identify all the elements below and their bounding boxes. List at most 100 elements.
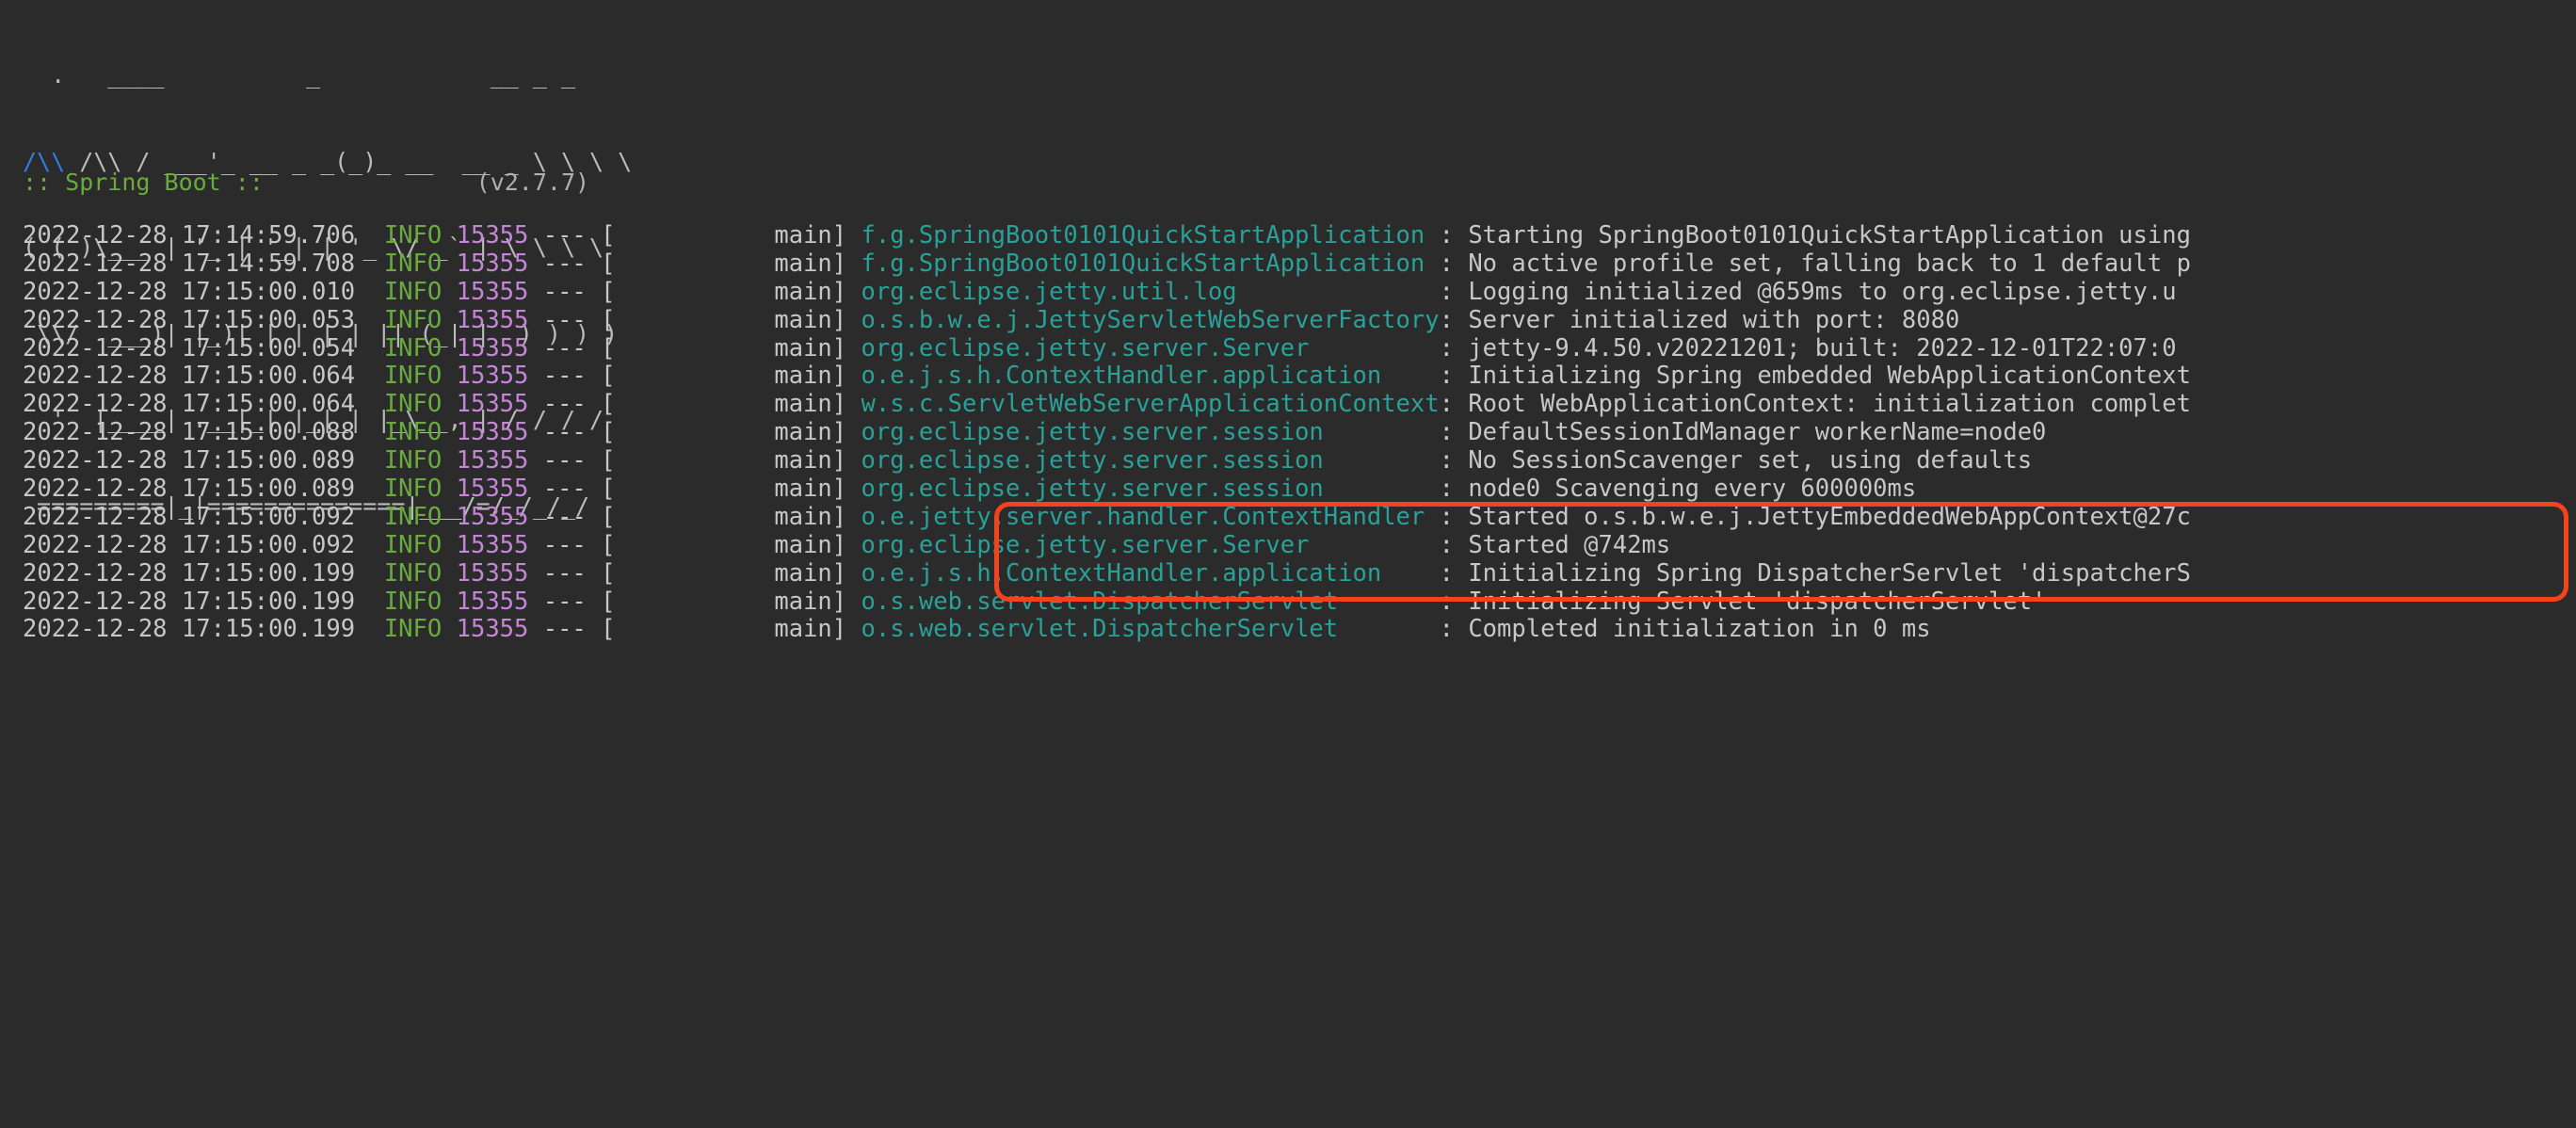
log-message-separator: : [1439,616,1469,644]
log-line: 2022-12-28 17:15:00.053 INFO 15355 --- [… [23,307,2576,335]
log-line: 2022-12-28 17:15:00.064 INFO 15355 --- [… [23,391,2576,419]
log-thread: main] [615,503,847,531]
log-separator: --- [ [528,306,616,334]
log-level: INFO [383,222,443,250]
log-message: Started o.s.b.w.e.j.JettyEmbeddedWebAppC… [1468,503,2191,531]
log-message: DefaultSessionIdManager workerName=node0 [1468,419,2047,447]
log-gap [355,250,384,278]
log-gap [442,447,456,475]
log-message-separator: : [1439,588,1469,616]
log-timestamp: 2022-12-28 17:15:00.010 [23,278,356,306]
log-level: INFO [383,250,443,278]
log-line: 2022-12-28 17:15:00.010 INFO 15355 --- [… [23,279,2576,307]
log-gap [355,616,384,643]
log-pid: 15355 [456,363,529,391]
log-timestamp: 2022-12-28 17:15:00.053 [23,306,356,334]
log-gap [442,391,456,418]
log-message-separator: : [1439,475,1469,504]
log-gap [846,222,861,250]
log-timestamp: 2022-12-28 17:15:00.064 [23,391,356,419]
log-message-separator: : [1439,391,1469,419]
log-line: 2022-12-28 17:15:00.054 INFO 15355 --- [… [23,335,2576,363]
spring-boot-version-line: :: Spring Boot :: (v2.7.7) [23,169,589,198]
log-gap [442,532,456,559]
log-separator: --- [ [528,559,616,588]
log-gap [846,504,861,531]
log-thread: main] [615,334,847,363]
log-gap [846,279,861,306]
log-separator: --- [ [528,222,616,250]
log-timestamp: 2022-12-28 17:14:59.706 [23,222,356,250]
log-logger: o.e.jetty.server.handler.ContextHandler [861,503,1440,531]
log-thread: main] [615,363,847,391]
log-message: Server initialized with port: 8080 [1468,306,1960,334]
log-output: 2022-12-28 17:14:59.706 INFO 15355 --- [… [23,222,2576,644]
log-line: 2022-12-28 17:15:00.199 INFO 15355 --- [… [23,588,2576,617]
log-message-separator: : [1439,334,1469,363]
log-timestamp: 2022-12-28 17:15:00.089 [23,447,356,475]
log-thread: main] [615,250,847,278]
framework-version: (v2.7.7) [475,169,590,196]
log-message-separator: : [1439,306,1469,334]
log-level: INFO [383,363,443,391]
log-separator: --- [ [528,588,616,616]
log-gap [846,532,861,559]
log-gap [442,279,456,306]
log-gap [355,279,384,306]
log-pid: 15355 [456,391,529,419]
log-message-separator: : [1439,250,1469,278]
log-timestamp: 2022-12-28 17:15:00.064 [23,363,356,391]
log-thread: main] [615,278,847,306]
log-timestamp: 2022-12-28 17:15:00.088 [23,419,356,447]
log-level: INFO [383,419,443,447]
log-message: Started @742ms [1468,531,1671,559]
log-gap [442,363,456,390]
log-message-separator: : [1439,363,1469,391]
log-gap [846,447,861,475]
log-pid: 15355 [456,616,529,644]
log-gap [846,335,861,363]
log-timestamp: 2022-12-28 17:15:00.092 [23,503,356,531]
log-message: Initializing Servlet 'dispatcherServlet' [1468,588,2047,616]
log-separator: --- [ [528,419,616,447]
log-logger: org.eclipse.jetty.server.Server [861,334,1440,363]
log-message: Starting SpringBoot0101QuickStartApplica… [1468,222,2191,250]
log-message: Initializing Spring DispatcherServlet 'd… [1468,559,2191,588]
log-pid: 15355 [456,503,529,531]
log-gap [846,250,861,278]
log-timestamp: 2022-12-28 17:15:00.092 [23,531,356,559]
log-thread: main] [615,559,847,588]
log-line: 2022-12-28 17:14:59.706 INFO 15355 --- [… [23,222,2576,250]
log-message: Initializing Spring embedded WebApplicat… [1468,363,2191,391]
log-thread: main] [615,391,847,419]
log-message: No SessionScavenger set, using defaults [1468,447,2033,475]
log-gap [846,475,861,503]
log-gap [846,616,861,643]
framework-label: :: Spring Boot :: [23,169,264,196]
log-line: 2022-12-28 17:15:00.089 INFO 15355 --- [… [23,475,2576,504]
log-line: 2022-12-28 17:15:00.092 INFO 15355 --- [… [23,504,2576,532]
log-level: INFO [383,334,443,363]
log-line: 2022-12-28 17:15:00.088 INFO 15355 --- [… [23,419,2576,447]
log-separator: --- [ [528,334,616,363]
log-line: 2022-12-28 17:15:00.089 INFO 15355 --- [… [23,447,2576,475]
log-gap [355,504,384,531]
log-message-separator: : [1439,447,1469,475]
log-line: 2022-12-28 17:15:00.199 INFO 15355 --- [… [23,616,2576,644]
log-message: No active profile set, falling back to 1… [1468,250,2191,278]
log-gap [442,250,456,278]
log-pid: 15355 [456,306,529,334]
log-gap [355,363,384,390]
log-separator: --- [ [528,250,616,278]
log-line: 2022-12-28 17:15:00.064 INFO 15355 --- [… [23,363,2576,391]
log-logger: o.s.web.servlet.DispatcherServlet [861,616,1440,644]
terminal-console: . ____ _ __ _ _ /\\ /\\ / ___'_ __ _ _(_… [0,0,2576,1128]
log-pid: 15355 [456,447,529,475]
log-level: INFO [383,588,443,616]
log-level: INFO [383,616,443,644]
log-gap [442,504,456,531]
log-timestamp: 2022-12-28 17:15:00.054 [23,334,356,363]
log-gap [355,391,384,418]
log-message-separator: : [1439,222,1469,250]
log-line: 2022-12-28 17:14:59.708 INFO 15355 --- [… [23,250,2576,279]
